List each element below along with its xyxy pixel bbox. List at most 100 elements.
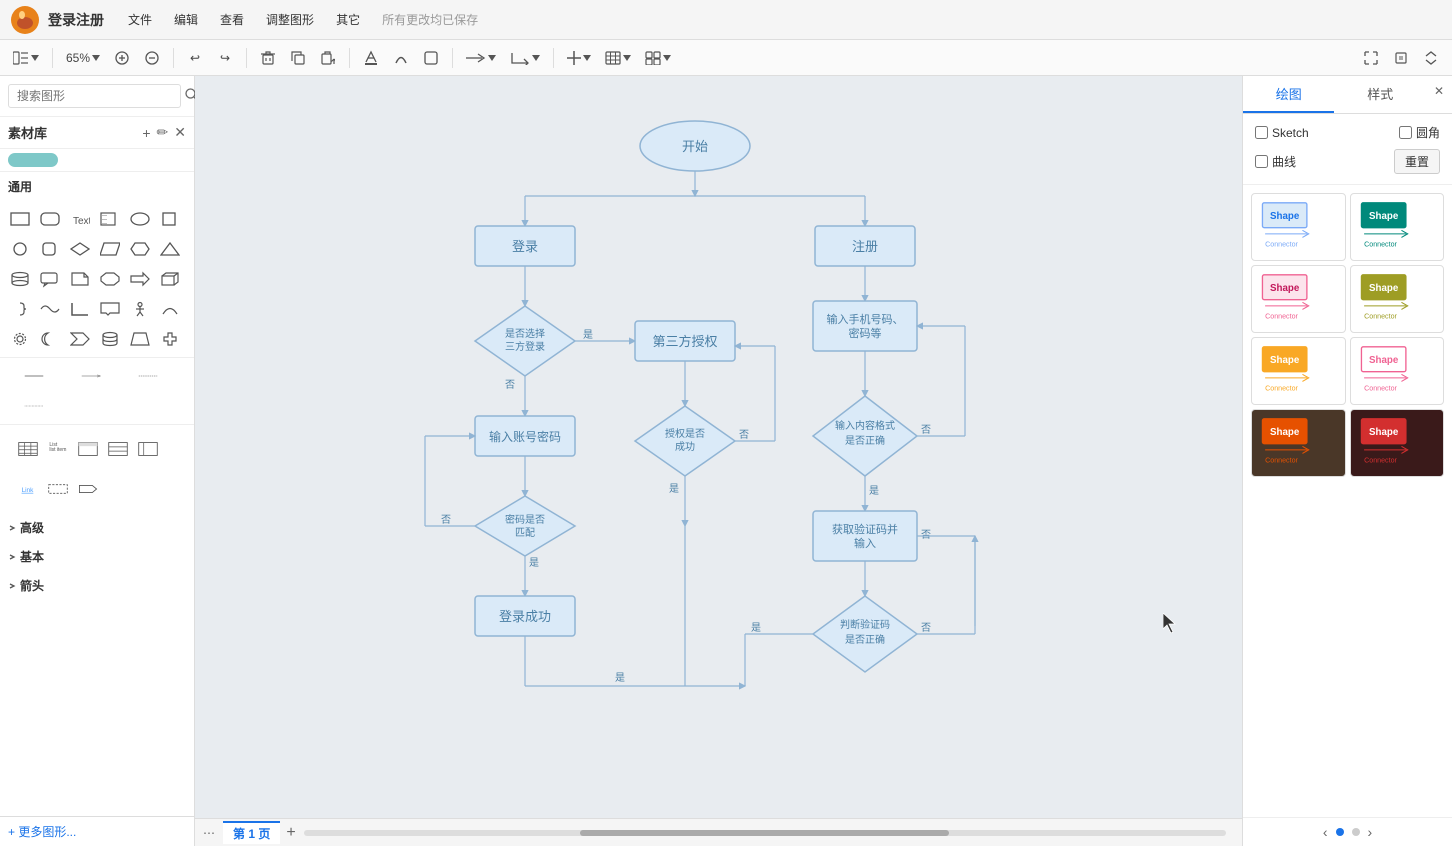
extra-btn[interactable] — [640, 45, 676, 71]
copy-btn[interactable] — [285, 45, 311, 71]
shape-doc[interactable] — [66, 265, 94, 293]
reset-btn[interactable]: 重置 — [1394, 149, 1440, 174]
stroke-color-btn[interactable] — [388, 45, 414, 71]
section-arrows[interactable]: 箭头 — [0, 571, 194, 600]
shape-trapezoid[interactable] — [126, 325, 154, 353]
rounded-checkbox[interactable] — [1399, 126, 1412, 139]
menu-file[interactable]: 文件 — [124, 9, 156, 30]
shape-list[interactable]: Listlist item — [44, 435, 72, 463]
shape-octagon[interactable] — [96, 265, 124, 293]
shape-note[interactable]: ——— — [96, 205, 124, 233]
style-card-2[interactable]: Shape Connector — [1350, 193, 1445, 261]
shape-3d-box[interactable] — [156, 265, 184, 293]
shape-ellipse[interactable] — [126, 205, 154, 233]
redo-btn[interactable]: ↪ — [212, 45, 238, 71]
undo-btn[interactable]: ↩ — [182, 45, 208, 71]
insert-btn[interactable] — [562, 45, 596, 71]
section-advanced[interactable]: 高级 — [0, 513, 194, 542]
shape-wave[interactable] — [36, 295, 64, 323]
shape-moon[interactable] — [36, 325, 64, 353]
style-card-5[interactable]: Shape Connector — [1251, 337, 1346, 405]
paste-btn[interactable] — [315, 45, 341, 71]
shape-arc[interactable] — [156, 295, 184, 323]
shape-line-dotted[interactable] — [120, 362, 175, 390]
shape-text[interactable]: Text — [66, 205, 94, 233]
pag-prev-btn[interactable]: ‹ — [1323, 824, 1328, 840]
section-basic[interactable]: 基本 — [0, 542, 194, 571]
close-library-btn[interactable]: ✕ — [174, 124, 186, 141]
delete-btn[interactable] — [255, 45, 281, 71]
rounded-option[interactable]: 圆角 — [1399, 124, 1440, 141]
shape-rectangle[interactable] — [6, 205, 34, 233]
shape-rounded-rect[interactable] — [36, 205, 64, 233]
page-tab-1[interactable]: 第 1 页 — [223, 821, 280, 844]
menu-edit[interactable]: 编辑 — [170, 9, 202, 30]
fullscreen-btn[interactable] — [1358, 45, 1384, 71]
search-input[interactable] — [8, 84, 181, 108]
tab-style[interactable]: 样式 — [1334, 76, 1425, 113]
shape-corner[interactable] — [66, 295, 94, 323]
shape-data-table[interactable] — [74, 435, 102, 463]
shape-dashed-rect[interactable] — [44, 475, 72, 503]
shape-rect-rounded-sq[interactable] — [36, 235, 64, 263]
style-card-6[interactable]: Shape Connector — [1350, 337, 1445, 405]
shape-entity[interactable] — [104, 435, 132, 463]
edit-library-btn[interactable]: ✏ — [157, 124, 169, 141]
canvas-area[interactable]: 开始 登录 注册 是 — [195, 76, 1242, 846]
zoom-out-btn[interactable] — [139, 45, 165, 71]
menu-adjust[interactable]: 调整图形 — [262, 9, 318, 30]
pag-next-btn[interactable]: › — [1368, 824, 1373, 840]
pag-dot-1[interactable] — [1336, 828, 1344, 836]
shape-line-solid[interactable] — [6, 362, 61, 390]
pag-dot-2[interactable] — [1352, 828, 1360, 836]
collapse-btn[interactable] — [1418, 45, 1444, 71]
style-card-3[interactable]: Shape Connector — [1251, 265, 1346, 333]
fill-color-btn[interactable] — [358, 45, 384, 71]
shape-stick-man[interactable] — [126, 295, 154, 323]
zoom-control[interactable]: 65% — [61, 45, 105, 71]
style-card-8[interactable]: Shape Connector — [1350, 409, 1445, 477]
shape-gear[interactable] — [6, 325, 34, 353]
panel-close-btn[interactable]: ✕ — [1426, 76, 1452, 113]
shape-brace[interactable] — [6, 295, 34, 323]
style-card-7[interactable]: Shape Connector — [1251, 409, 1346, 477]
curve-checkbox[interactable] — [1255, 155, 1268, 168]
flowchart-diagram[interactable]: 开始 登录 注册 是 — [245, 86, 1145, 846]
style-card-4[interactable]: Shape Connector — [1350, 265, 1445, 333]
shape-cylinder[interactable] — [6, 265, 34, 293]
shape-hexagon[interactable] — [126, 235, 154, 263]
horizontal-scrollbar[interactable] — [304, 830, 1226, 836]
shape-triangle[interactable] — [156, 235, 184, 263]
shape-callout[interactable] — [36, 265, 64, 293]
sketch-checkbox[interactable] — [1255, 126, 1268, 139]
shape-square[interactable] — [156, 205, 184, 233]
more-shapes-link[interactable]: + 更多图形... — [8, 825, 76, 839]
add-page-btn[interactable]: + — [286, 824, 295, 842]
shape-table[interactable] — [14, 435, 42, 463]
shape-callout2[interactable] — [96, 295, 124, 323]
shape-swimlane[interactable] — [134, 435, 162, 463]
table-btn[interactable] — [600, 45, 636, 71]
zoom-in-btn[interactable] — [109, 45, 135, 71]
shape-link[interactable]: Link — [14, 475, 42, 503]
shape-diamond[interactable] — [66, 235, 94, 263]
page-menu-btn[interactable]: ⋯ — [203, 826, 215, 840]
menu-other[interactable]: 其它 — [332, 9, 364, 30]
shape-arrow-right[interactable] — [126, 265, 154, 293]
scrollbar-thumb[interactable] — [580, 830, 949, 836]
sidebar-toggle[interactable] — [8, 45, 44, 71]
shape-line-arrow[interactable] — [63, 362, 118, 390]
sketch-option[interactable]: Sketch — [1255, 126, 1309, 140]
connector-style-btn[interactable] — [505, 45, 545, 71]
section-general[interactable]: 通用 — [0, 172, 194, 201]
fit-page-btn[interactable] — [1388, 45, 1414, 71]
shape-circle[interactable] — [6, 235, 34, 263]
style-card-1[interactable]: Shape Connector — [1251, 193, 1346, 261]
shape-line-dashed[interactable] — [6, 392, 61, 420]
add-library-btn[interactable]: + — [142, 125, 150, 141]
shape-chevron[interactable] — [66, 325, 94, 353]
arrow-style-btn[interactable] — [461, 45, 501, 71]
tab-draw[interactable]: 绘图 — [1243, 76, 1334, 113]
shape-tag[interactable] — [74, 475, 102, 503]
shape-database[interactable] — [96, 325, 124, 353]
